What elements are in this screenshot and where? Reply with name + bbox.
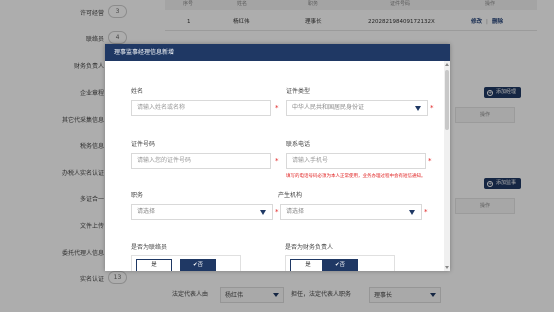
is-finance-yes-button[interactable]: 是	[290, 259, 326, 271]
dialog-body: 姓名 * 证件类型 中华人民共和国居民身份证 * 证件号码 * 联系电话 * 填…	[105, 61, 450, 271]
position-select[interactable]: 请选择	[131, 204, 273, 220]
no-label: 否	[197, 262, 204, 268]
phone-input[interactable]	[286, 153, 426, 169]
id-number-label: 证件号码	[131, 141, 156, 148]
is-finance-label: 是否为财务负责人	[285, 244, 334, 251]
required-mark: *	[275, 208, 279, 216]
scroll-thumb[interactable]	[445, 70, 449, 130]
is-liaison-no-button[interactable]: ✔否	[180, 259, 216, 271]
is-liaison-label: 是否为联络员	[131, 244, 168, 251]
position-label: 职务	[131, 192, 144, 199]
required-mark: *	[430, 104, 434, 112]
is-finance-toggle-group: 是 ✔否	[285, 255, 395, 271]
dialog-scrollbar[interactable]	[444, 61, 450, 271]
scroll-down-icon[interactable]	[445, 266, 449, 269]
chevron-down-icon	[260, 210, 266, 215]
add-member-dialog: 理事监事经理信息新增 姓名 * 证件类型 中华人民共和国居民身份证 * 证件号码…	[105, 44, 450, 271]
id-type-label: 证件类型	[286, 88, 311, 95]
chevron-down-icon	[409, 210, 415, 215]
position-value: 请选择	[137, 208, 156, 215]
name-label: 姓名	[131, 88, 144, 95]
name-input[interactable]	[131, 100, 271, 116]
id-type-select[interactable]: 中华人民共和国居民身份证	[286, 100, 428, 116]
is-liaison-yes-button[interactable]: 是	[136, 259, 172, 271]
scroll-up-icon[interactable]	[445, 63, 449, 66]
phone-hint: 填写的电话号码必须为本人正常使用，业务办理过程中会有短信通知。	[286, 174, 426, 179]
required-mark: *	[428, 157, 432, 165]
id-number-input[interactable]	[131, 153, 271, 169]
is-liaison-toggle-group: 是 ✔否	[131, 255, 241, 271]
origin-select[interactable]: 请选择	[280, 204, 422, 220]
dialog-title: 理事监事经理信息新增	[105, 44, 450, 61]
phone-label: 联系电话	[286, 141, 311, 148]
origin-value: 请选择	[286, 208, 305, 215]
origin-label: 产生机构	[278, 192, 303, 199]
chevron-down-icon	[415, 106, 421, 111]
required-mark: *	[275, 157, 279, 165]
id-type-value: 中华人民共和国居民身份证	[292, 104, 365, 111]
required-mark: *	[424, 208, 428, 216]
no-label: 否	[339, 262, 346, 268]
required-mark: *	[275, 104, 279, 112]
is-finance-no-button[interactable]: ✔否	[322, 259, 358, 271]
